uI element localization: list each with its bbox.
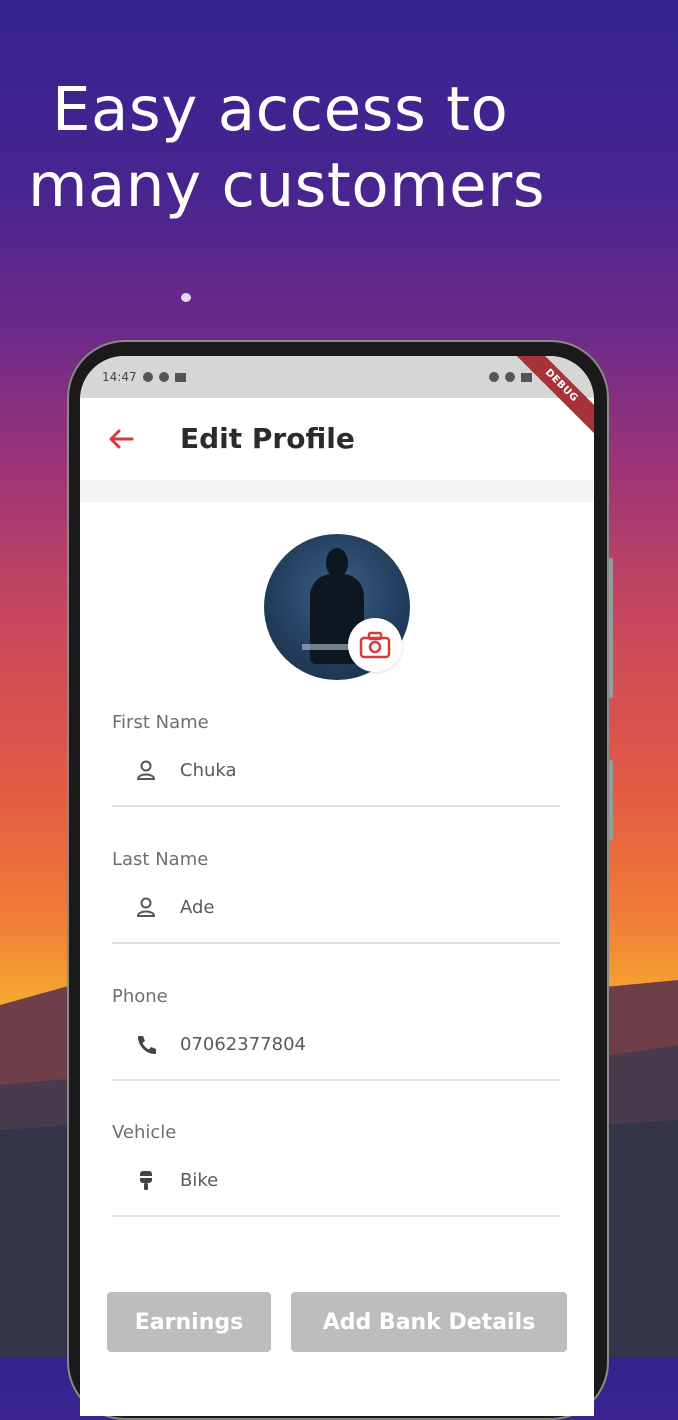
profile-avatar: [264, 534, 410, 680]
message-icon: [174, 372, 186, 382]
add-bank-details-button[interactable]: Add Bank Details: [291, 1292, 567, 1352]
vehicle-field: Vehicle: [112, 1122, 560, 1217]
arrow-left-icon: [109, 429, 134, 449]
battery-icon: [521, 372, 532, 382]
last-name-underline: [112, 942, 560, 944]
headline-line-2: many customers: [28, 150, 545, 221]
first-name-label: First Name: [112, 712, 209, 733]
phone-input[interactable]: [180, 1033, 480, 1055]
phone-mockup: 14:47 DEBUG Edit Profile First Name Chuk…: [67, 340, 613, 1420]
status-bar: 14:47: [80, 356, 594, 398]
wifi-icon: [489, 372, 499, 382]
phone-field: Phone: [112, 986, 560, 1081]
avatar-silhouette-head: [326, 548, 348, 578]
phone-icon: [134, 1032, 158, 1056]
camera-icon: [359, 631, 391, 659]
last-name-field: Last Name: [112, 849, 560, 944]
person-icon: [134, 758, 158, 782]
page-title: Edit Profile: [180, 422, 355, 455]
person-icon: [134, 895, 158, 919]
phone-underline: [112, 1079, 560, 1081]
decorative-dot: [181, 293, 191, 302]
first-name-input[interactable]: [180, 759, 480, 781]
back-button[interactable]: [106, 424, 136, 454]
first-name-underline: [112, 805, 560, 807]
app-bar: Edit Profile: [80, 398, 594, 480]
vehicle-input[interactable]: [180, 1169, 480, 1191]
phone-screen: 14:47 DEBUG Edit Profile First Name Chuk…: [80, 356, 594, 1416]
status-time: 14:47: [102, 370, 137, 384]
phone-side-button: [609, 760, 613, 840]
vehicle-label: Vehicle: [112, 1122, 177, 1143]
notification-icon: [142, 372, 153, 382]
last-name-input[interactable]: [180, 896, 480, 918]
phone-side-button: [609, 558, 613, 698]
vehicle-underline: [112, 1215, 560, 1217]
signal-icon: [505, 372, 515, 382]
headline: Easy access to many customers: [28, 72, 545, 224]
phone-label: Phone: [112, 986, 168, 1007]
change-photo-button[interactable]: [348, 618, 402, 672]
app-bar-divider: [80, 480, 594, 502]
settings-icon: [158, 372, 169, 382]
bike-icon: [134, 1168, 158, 1192]
earnings-button[interactable]: Earnings: [107, 1292, 271, 1352]
first-name-field: First Name: [112, 712, 560, 807]
last-name-label: Last Name: [112, 849, 209, 870]
headline-line-1: Easy access to: [52, 74, 509, 145]
